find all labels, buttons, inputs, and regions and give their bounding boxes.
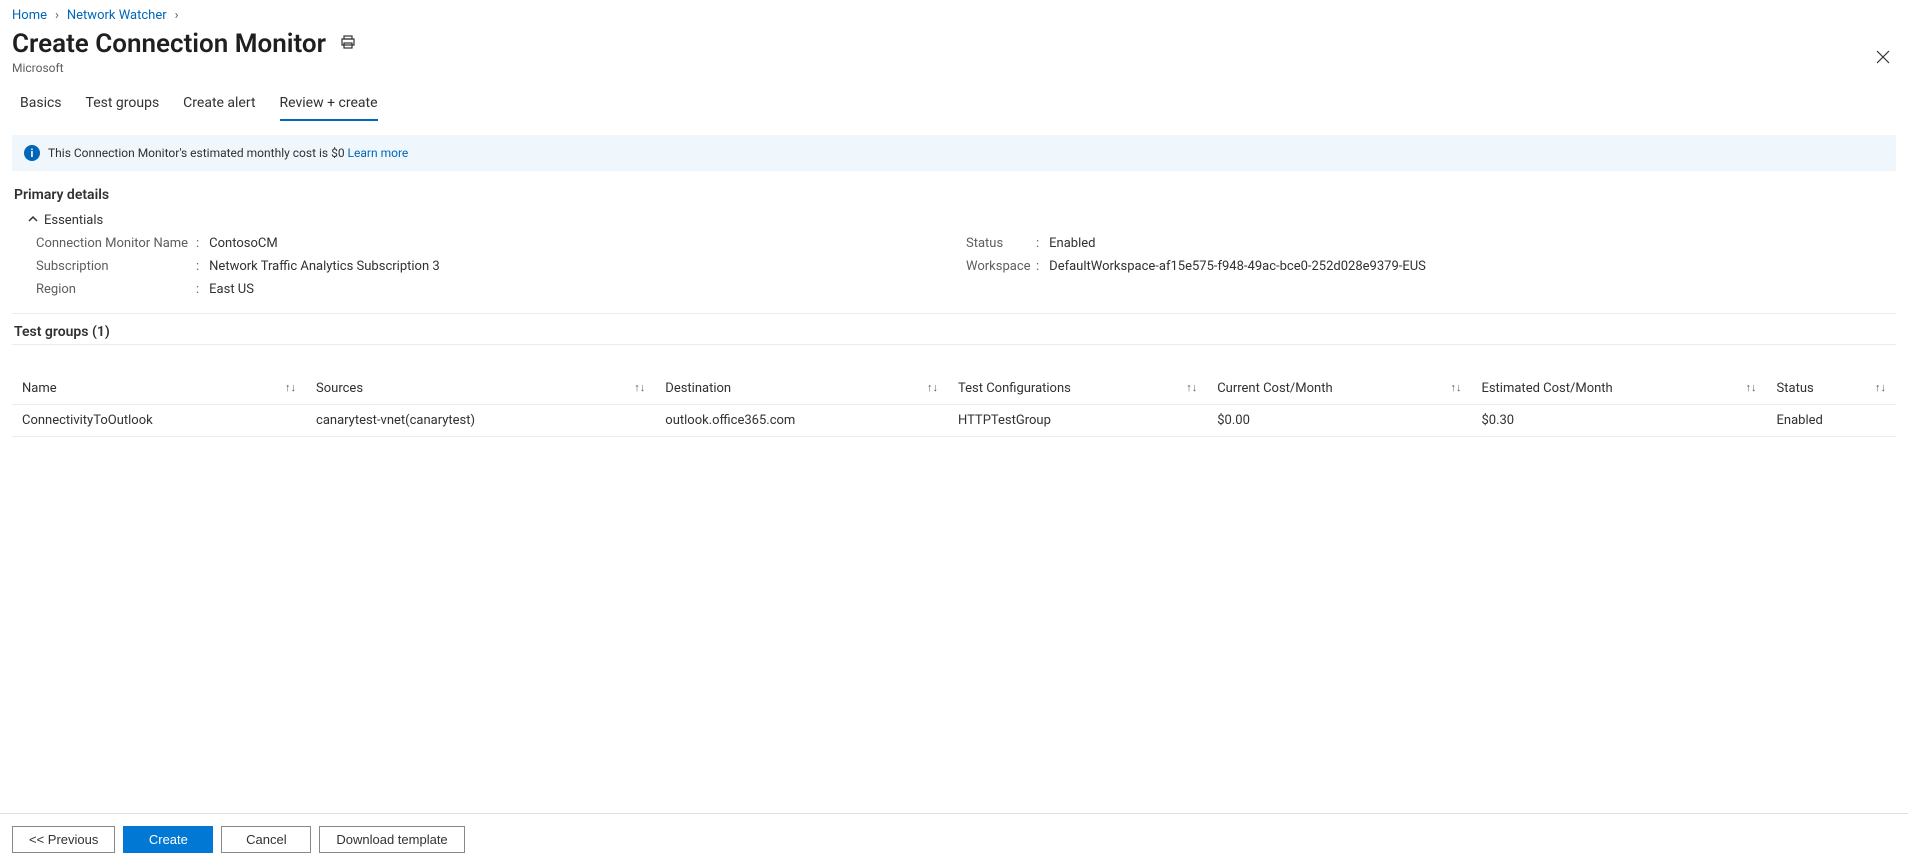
detail-value: DefaultWorkspace-af15e575-f948-49ac-bce0… <box>1049 259 1426 274</box>
cell-destination: outlook.office365.com <box>655 405 948 437</box>
tabs: Basics Test groups Create alert Review +… <box>12 87 1896 121</box>
sort-icon: ↑↓ <box>285 381 296 394</box>
page-title: Create Connection Monitor <box>12 29 326 59</box>
detail-label: Subscription <box>36 259 196 274</box>
download-template-button[interactable]: Download template <box>319 826 464 853</box>
detail-value: Network Traffic Analytics Subscription 3 <box>209 259 440 274</box>
col-estimated-cost[interactable]: Estimated Cost/Month↑↓ <box>1471 373 1766 405</box>
print-icon[interactable] <box>340 34 356 54</box>
col-current-cost[interactable]: Current Cost/Month↑↓ <box>1207 373 1471 405</box>
sort-icon: ↑↓ <box>927 381 938 394</box>
breadcrumb-network-watcher[interactable]: Network Watcher <box>67 8 167 23</box>
info-bar-text: This Connection Monitor's estimated mont… <box>48 146 348 160</box>
sort-icon: ↑↓ <box>1450 381 1461 394</box>
chevron-right-icon: › <box>55 8 59 23</box>
col-status[interactable]: Status↑↓ <box>1767 373 1896 405</box>
detail-value: ContosoCM <box>209 236 278 251</box>
tab-test-groups[interactable]: Test groups <box>86 87 160 121</box>
divider <box>12 313 1896 314</box>
close-button[interactable] <box>1870 43 1896 74</box>
detail-label: Connection Monitor Name <box>36 236 196 251</box>
chevron-up-icon <box>28 213 38 228</box>
detail-value: East US <box>209 282 254 297</box>
primary-details-heading: Primary details <box>12 187 1896 203</box>
essentials-label: Essentials <box>44 213 103 228</box>
cell-status: Enabled <box>1767 405 1896 437</box>
cell-current-cost: $0.00 <box>1207 405 1471 437</box>
cell-estimated-cost: $0.30 <box>1471 405 1766 437</box>
sort-icon: ↑↓ <box>1875 381 1886 394</box>
cell-name: ConnectivityToOutlook <box>12 405 306 437</box>
cell-sources: canarytest-vnet(canarytest) <box>306 405 655 437</box>
test-groups-heading: Test groups (1) <box>14 324 1896 340</box>
sort-icon: ↑↓ <box>1186 381 1197 394</box>
col-destination[interactable]: Destination↑↓ <box>655 373 948 405</box>
create-button[interactable]: Create <box>123 826 213 853</box>
info-bar: i This Connection Monitor's estimated mo… <box>12 135 1896 171</box>
sort-icon: ↑↓ <box>634 381 645 394</box>
info-icon: i <box>24 145 40 161</box>
col-test-configurations[interactable]: Test Configurations↑↓ <box>948 373 1207 405</box>
col-name[interactable]: Name↑↓ <box>12 373 306 405</box>
chevron-right-icon: › <box>175 8 179 23</box>
cancel-button[interactable]: Cancel <box>221 826 311 853</box>
page-subtitle: Microsoft <box>12 61 356 75</box>
previous-button[interactable]: << Previous <box>12 826 115 853</box>
table-row[interactable]: ConnectivityToOutlook canarytest-vnet(ca… <box>12 405 1896 437</box>
test-groups-table: Name↑↓ Sources↑↓ Destination↑↓ Test Conf… <box>12 373 1896 437</box>
essentials-toggle[interactable]: Essentials <box>12 209 1896 236</box>
footer: << Previous Create Cancel Download templ… <box>0 813 1908 865</box>
divider <box>12 344 1896 345</box>
detail-label: Region <box>36 282 196 297</box>
tab-review-create[interactable]: Review + create <box>280 87 378 121</box>
tab-basics[interactable]: Basics <box>20 87 62 121</box>
col-sources[interactable]: Sources↑↓ <box>306 373 655 405</box>
cell-test-configurations: HTTPTestGroup <box>948 405 1207 437</box>
breadcrumb: Home › Network Watcher › <box>12 8 1896 23</box>
detail-value: Enabled <box>1049 236 1095 251</box>
detail-label: Status <box>966 236 1036 251</box>
tab-create-alert[interactable]: Create alert <box>183 87 255 121</box>
sort-icon: ↑↓ <box>1746 381 1757 394</box>
detail-label: Workspace <box>966 259 1036 274</box>
breadcrumb-home[interactable]: Home <box>12 8 47 23</box>
learn-more-link[interactable]: Learn more <box>348 146 409 160</box>
details-grid: Connection Monitor Name : ContosoCM Subs… <box>12 236 1896 305</box>
